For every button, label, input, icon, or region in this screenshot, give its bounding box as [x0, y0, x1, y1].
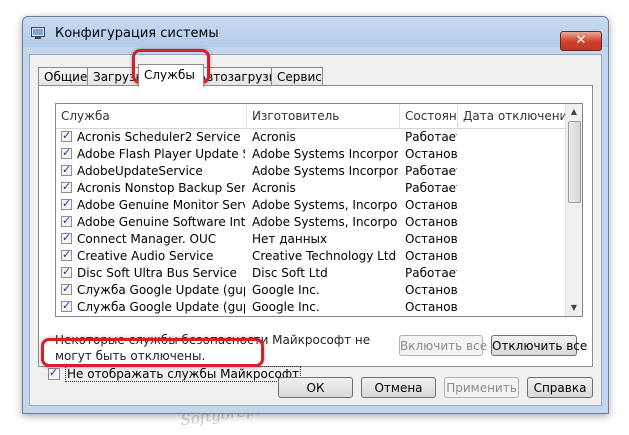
service-checkbox[interactable] [61, 214, 72, 227]
service-name: Creative Audio Service [77, 249, 214, 263]
service-checkbox[interactable] [61, 299, 72, 312]
service-manufacturer: Creative Technology Ltd [252, 249, 397, 263]
table-row[interactable]: Disc Soft Ultra Bus Service Disc Soft Ltd… [56, 265, 566, 282]
service-name: Acronis Nonstop Backup Service [77, 181, 245, 195]
scroll-thumb[interactable] [568, 121, 581, 203]
tab-label: Сервис [277, 70, 322, 84]
table-row[interactable]: Creative Audio Service Creative Technolog… [56, 248, 566, 265]
service-checkbox[interactable] [61, 180, 72, 193]
service-manufacturer: Adobe Systems Incorporated [252, 147, 398, 161]
apply-button[interactable]: Применить [444, 377, 519, 398]
close-button[interactable]: ✕ [560, 31, 602, 51]
service-status: Работает [405, 130, 457, 144]
service-status: Работает [405, 181, 457, 195]
table-row[interactable]: Connect Manager. OUC Нет данных Остановлен… [56, 231, 566, 248]
app-icon [31, 27, 45, 39]
service-name: Служба Google Update (gupdate) [77, 283, 245, 297]
scroll-down-icon[interactable]: ▼ [566, 300, 582, 316]
service-checkbox[interactable] [61, 231, 72, 244]
table-row[interactable]: Adobe Flash Player Update Service Adobe S… [56, 146, 566, 163]
service-status: Остановлена [405, 198, 457, 212]
service-name: Connect Manager. OUC [77, 232, 217, 246]
service-manufacturer: Нет данных [252, 232, 328, 246]
hide-ms-services-checkbox[interactable] [48, 366, 60, 380]
tab-label: Общие [44, 70, 88, 84]
table-row[interactable]: Служба Google Update (gupdatem) Google In… [56, 299, 566, 316]
hide-ms-services-label[interactable]: Не отображать службы Майкрософт [65, 366, 302, 382]
service-checkbox[interactable] [61, 282, 72, 295]
help-button[interactable]: Справка [527, 377, 593, 398]
service-manufacturer: Adobe Systems, Incorporated [252, 198, 398, 212]
ok-button[interactable]: ОК [278, 377, 353, 398]
list-header: Служба Изготовитель Состояние Дата отклю… [56, 104, 566, 129]
tab-general[interactable]: Общие [38, 67, 88, 86]
service-checkbox[interactable] [61, 146, 72, 159]
services-panel: Служба Изготовитель Состояние Дата отклю… [38, 85, 593, 367]
vertical-scrollbar[interactable]: ▲ ▼ [565, 104, 582, 316]
title-bar[interactable]: Конфигурация системы ✕ [23, 17, 608, 51]
column-header-disable-date[interactable]: Дата отключения [458, 104, 566, 128]
service-name: Adobe Flash Player Update Service [77, 147, 245, 161]
service-manufacturer: Acronis [252, 181, 296, 195]
service-name: AdobeUpdateService [77, 164, 203, 178]
table-row[interactable]: Служба Google Update (gupdate) Google Inc… [56, 282, 566, 299]
table-row[interactable]: Adobe Genuine Software Integrity Service… [56, 214, 566, 231]
tab-services[interactable]: Службы [138, 64, 204, 87]
service-manufacturer: Adobe Systems, Incorporated [252, 215, 398, 229]
table-row[interactable]: AdobeUpdateService Adobe Systems Incorpor… [56, 163, 566, 180]
service-manufacturer: Acronis [252, 130, 296, 144]
service-status: Остановлена [405, 300, 457, 314]
service-manufacturer: Adobe Systems Incorporated [252, 164, 398, 178]
close-icon: ✕ [575, 33, 587, 48]
service-name: Adobe Genuine Monitor Service [77, 198, 245, 212]
service-name: Acronis Scheduler2 Service [77, 130, 241, 144]
services-list[interactable]: Служба Изготовитель Состояние Дата отклю… [55, 103, 583, 317]
column-header-service[interactable]: Служба [56, 104, 247, 128]
service-name: Disc Soft Ultra Bus Service [77, 266, 237, 280]
enable-all-button[interactable]: Включить все [399, 335, 487, 356]
service-status: Остановлена [405, 249, 457, 263]
cancel-button[interactable]: Отмена [361, 377, 436, 398]
service-checkbox[interactable] [61, 265, 72, 278]
service-manufacturer: Google Inc. [252, 300, 320, 314]
disable-all-button[interactable]: Отключить все [491, 335, 587, 356]
service-manufacturer: Disc Soft Ltd [252, 266, 328, 280]
column-header-manufacturer[interactable]: Изготовитель [247, 104, 400, 128]
column-header-status[interactable]: Состояние [400, 104, 458, 128]
tab-tools[interactable]: Сервис [271, 67, 323, 86]
service-status: Остановлена [405, 147, 457, 161]
tab-label: Службы [144, 68, 195, 82]
table-row[interactable]: Adobe Genuine Monitor Service Adobe Syste… [56, 197, 566, 214]
service-status: Работает [405, 164, 457, 178]
service-checkbox[interactable] [61, 197, 72, 210]
service-checkbox[interactable] [61, 248, 72, 261]
table-row[interactable]: Acronis Nonstop Backup Service Acronis Раб… [56, 180, 566, 197]
service-checkbox[interactable] [61, 129, 72, 142]
service-status: Работает [405, 266, 457, 280]
service-name: Служба Google Update (gupdatem) [77, 300, 245, 314]
scroll-up-icon[interactable]: ▲ [566, 104, 582, 120]
service-manufacturer: Google Inc. [252, 283, 320, 297]
table-row[interactable]: Acronis Scheduler2 Service Acronis Работае… [56, 129, 566, 146]
service-checkbox[interactable] [61, 163, 72, 176]
service-status: Остановлена [405, 215, 457, 229]
service-status: Остановлена [405, 232, 457, 246]
service-name: Adobe Genuine Software Integrity Service [77, 215, 245, 229]
highlight-hide-ms-option [41, 338, 264, 367]
service-status: Остановлена [405, 283, 457, 297]
window-title: Конфигурация системы [55, 26, 219, 41]
